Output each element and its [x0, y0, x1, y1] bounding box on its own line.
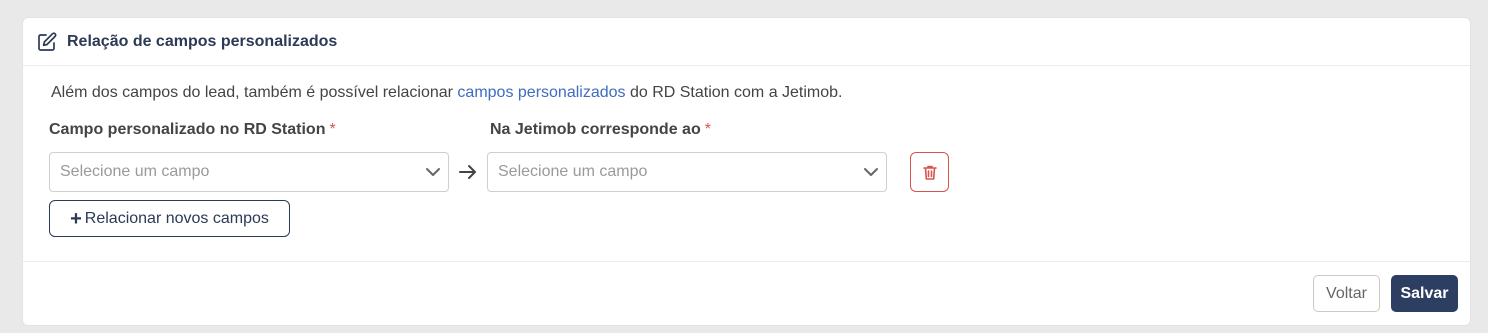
- back-button-label: Voltar: [1326, 284, 1367, 302]
- card-header: Relação de campos personalizados: [23, 18, 1470, 66]
- save-button[interactable]: Salvar: [1391, 275, 1458, 312]
- jetimob-field-placeholder: Selecione um campo: [498, 163, 648, 180]
- plus-icon: +: [70, 207, 82, 230]
- rd-field-placeholder: Selecione um campo: [60, 163, 210, 180]
- intro-text: Além dos campos do lead, também é possív…: [51, 84, 843, 102]
- jetimob-field-label-text: Na Jetimob corresponde ao: [490, 121, 701, 138]
- rd-field-label-text: Campo personalizado no RD Station: [49, 121, 326, 138]
- chevron-down-icon: [864, 168, 878, 176]
- custom-fields-card: Relação de campos personalizados Além do…: [22, 17, 1471, 326]
- required-mark: *: [704, 121, 711, 138]
- chevron-down-icon: [426, 168, 440, 176]
- back-button[interactable]: Voltar: [1313, 275, 1380, 312]
- page-title: Relação de campos personalizados: [67, 32, 338, 50]
- jetimob-field-select[interactable]: Selecione um campo: [487, 152, 887, 192]
- arrow-right-icon: [459, 165, 476, 179]
- delete-mapping-button[interactable]: [910, 152, 949, 192]
- intro-before: Além dos campos do lead, também é possív…: [51, 84, 458, 101]
- intro-after: do RD Station com a Jetimob.: [625, 84, 843, 101]
- add-mapping-label: Relacionar novos campos: [84, 209, 269, 227]
- jetimob-field-label: Na Jetimob corresponde ao *: [490, 121, 711, 139]
- add-mapping-button[interactable]: + Relacionar novos campos: [49, 200, 290, 237]
- custom-fields-link[interactable]: campos personalizados: [457, 84, 625, 101]
- trash-icon: [922, 165, 937, 180]
- save-button-label: Salvar: [1400, 284, 1449, 302]
- required-mark: *: [329, 121, 336, 138]
- footer-divider: [23, 261, 1470, 262]
- rd-field-select[interactable]: Selecione um campo: [49, 152, 449, 192]
- edit-icon: [37, 31, 57, 52]
- rd-field-label: Campo personalizado no RD Station *: [49, 121, 336, 139]
